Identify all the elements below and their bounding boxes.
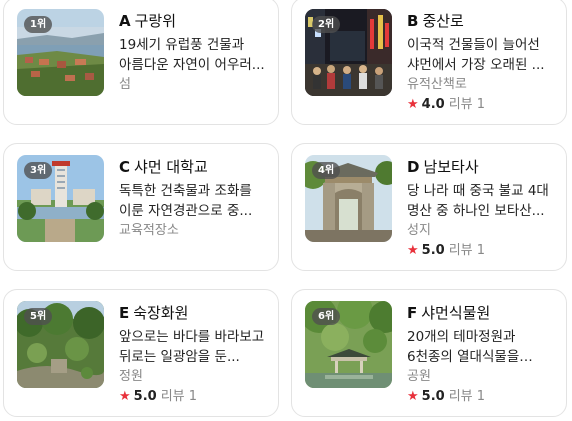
rank-badge: 6위: [312, 308, 341, 325]
rating-score: 5.0: [133, 389, 157, 404]
place-title: F 샤먼식물원: [407, 303, 490, 323]
place-thumbnail: 6위: [305, 301, 392, 388]
place-thumbnail: 2위: [305, 9, 392, 96]
review-count: 리뷰 1: [448, 97, 486, 112]
place-letter: A: [119, 12, 131, 30]
place-thumbnail: 5위: [17, 301, 104, 388]
place-name: 중산로: [422, 12, 464, 30]
rating-score: 4.0: [421, 97, 445, 112]
place-card-c[interactable]: 3위 C 샤먼 대학교 독특한 건축물과 조화를 이룬 자연경관으로 중... 교…: [3, 143, 279, 271]
star-icon: ★: [407, 389, 419, 404]
place-thumbnail: 4위: [305, 155, 392, 242]
rating-score: 5.0: [421, 389, 445, 404]
place-title: B 중산로: [407, 11, 464, 31]
place-name: 숙장화원: [133, 304, 189, 322]
place-thumbnail: 1위: [17, 9, 104, 96]
rating-score: 5.0: [421, 243, 445, 258]
rank-badge: 3위: [24, 162, 53, 179]
place-description: 독특한 건축물과 조화를 이룬 자연경관으로 중...: [119, 183, 253, 219]
place-name: 남보타사: [423, 158, 479, 176]
place-thumbnail: 3위: [17, 155, 104, 242]
place-card-f[interactable]: 6위 F샤먼식물원 20개의 테마정원과 6천종의 열대식물을 보유한 ... …: [291, 289, 567, 417]
place-description: 당 나라 때 중국 불교 4대 명산 중 하나인 보타산...: [407, 183, 549, 219]
place-category: 유적산책로: [407, 77, 467, 92]
place-description: 20개의 테마정원과 6천종의 열대식물을 보유한 ...: [407, 329, 520, 365]
place-category: 교육적장소: [119, 223, 179, 238]
place-rating: ★ 5.0 리뷰 1: [407, 388, 485, 406]
place-letter: D: [407, 158, 420, 176]
place-category: 공원: [407, 369, 431, 384]
star-icon: ★: [407, 97, 419, 112]
place-rating: ★ 4.0 리뷰 1: [407, 96, 485, 114]
place-category: 성지: [407, 223, 431, 238]
place-category: 섬: [119, 77, 131, 92]
place-name: 샤먼 대학교: [134, 158, 208, 176]
review-count: 리뷰 1: [448, 243, 486, 258]
place-card-e[interactable]: 5위 E 숙장화원 앞으로는 바다를 바라보고 뒤로는 일광암을 둔... 정원 …: [3, 289, 279, 417]
place-description: 이국적 건물들이 늘어선 샤먼에서 가장 오래된 ...: [407, 37, 545, 73]
rank-badge: 1위: [24, 16, 53, 33]
place-category: 정원: [119, 369, 143, 384]
place-card-a[interactable]: 1위 A 구랑위 19세기 유럽풍 건물과 아름다운 자연이 어우러... 섬: [3, 0, 279, 125]
place-description: 앞으로는 바다를 바라보고 뒤로는 일광암을 둔...: [119, 329, 265, 365]
place-card-b[interactable]: 2위 B 중산로 이국적 건물들이 늘어선 샤먼에서 가장 오래된 ... 유적산…: [291, 0, 567, 125]
place-title: C 샤먼 대학교: [119, 157, 208, 177]
place-title: A 구랑위: [119, 11, 176, 31]
place-description: 19세기 유럽풍 건물과 아름다운 자연이 어우러...: [119, 37, 265, 73]
rank-badge: 2위: [312, 16, 341, 33]
rank-badge: 4위: [312, 162, 341, 179]
place-letter: B: [407, 12, 419, 30]
review-count: 리뷰 1: [160, 389, 198, 404]
place-letter: C: [119, 158, 131, 176]
place-letter: E: [119, 304, 130, 322]
place-title: E 숙장화원: [119, 303, 188, 323]
rank-badge: 5위: [24, 308, 53, 325]
star-icon: ★: [407, 243, 419, 258]
star-icon: ★: [119, 389, 131, 404]
place-name: 샤먼식물원: [421, 304, 491, 322]
place-rating: ★ 5.0 리뷰 1: [119, 388, 197, 406]
place-card-d[interactable]: 4위 D 남보타사 당 나라 때 중국 불교 4대 명산 중 하나인 보타산...…: [291, 143, 567, 271]
place-name: 구랑위: [134, 12, 177, 30]
review-count: 리뷰 1: [448, 389, 486, 404]
place-title: D 남보타사: [407, 157, 479, 177]
place-letter: F: [407, 304, 418, 322]
place-rating: ★ 5.0 리뷰 1: [407, 242, 485, 260]
